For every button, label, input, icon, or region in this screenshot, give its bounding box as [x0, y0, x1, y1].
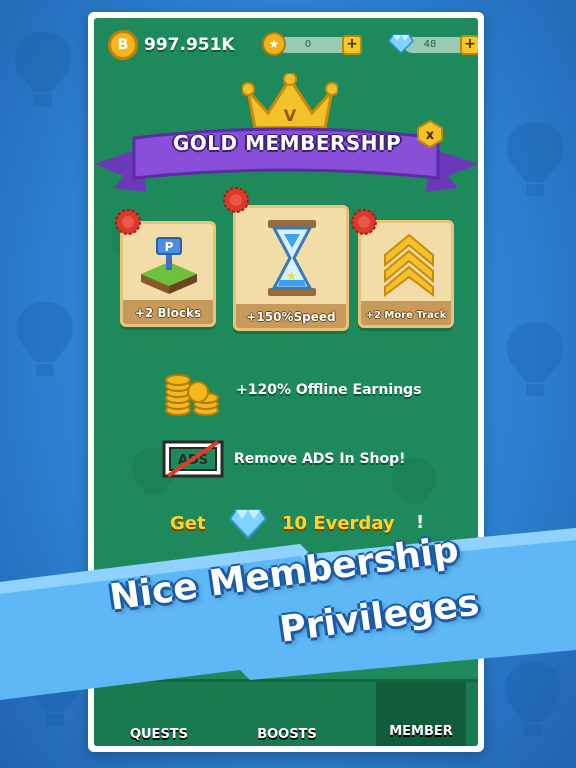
tab-quests[interactable]: QUESTS: [114, 727, 204, 742]
balloon-icon: [507, 322, 563, 396]
card-label: +2 Blocks: [134, 306, 202, 320]
chevron-up-icon: [384, 233, 434, 297]
card-label: +2 More Track: [365, 310, 447, 321]
balloon-icon: [17, 302, 73, 376]
remove-ads-perk: Remove ADS In Shop!: [234, 451, 406, 467]
block-icon: P: [141, 237, 197, 294]
tab-label: BOOSTS: [257, 727, 317, 742]
hourglass-icon: ★: [268, 220, 316, 296]
star-icon: ★: [262, 32, 286, 56]
stars-value: 0: [304, 39, 312, 50]
tab-label: QUESTS: [129, 727, 189, 742]
stars-counter: 0 +: [278, 35, 362, 55]
perk-card-track: +2 More Track: [358, 220, 454, 328]
membership-title: GOLD MEMBERSHIP: [172, 131, 402, 155]
close-icon[interactable]: x: [416, 120, 444, 148]
tab-boosts[interactable]: BOOSTS: [242, 727, 332, 742]
ribbon-seal-icon: [115, 209, 141, 235]
coin-icon: B: [108, 30, 138, 60]
diamond-icon: [388, 34, 414, 54]
no-ads-icon: ADS: [162, 440, 224, 478]
gems-counter: 48 +: [404, 35, 478, 55]
svg-text:★: ★: [286, 269, 297, 283]
tab-label: MEMBER: [389, 724, 453, 739]
balloon-icon: [15, 32, 71, 106]
svg-text:P: P: [165, 240, 174, 254]
svg-text:x: x: [426, 128, 435, 143]
balloon-icon: [507, 122, 563, 196]
perk-card-speed: ★ +150%Speed: [233, 205, 349, 331]
coin-stack-icon: [165, 374, 219, 416]
status-bar: B 997.951K 0 + ★ 48 +: [102, 28, 478, 62]
add-stars-button[interactable]: +: [342, 35, 362, 55]
add-gems-button[interactable]: +: [460, 35, 478, 55]
perk-card-blocks: P +2 Blocks: [120, 221, 216, 327]
ribbon-seal-icon: [223, 187, 249, 213]
card-label: +150%Speed: [246, 310, 336, 324]
ribbon-seal-icon: [351, 209, 377, 235]
offline-earnings-perk: +120% Offline Earnings: [236, 382, 422, 398]
coin-balance: 997.951K: [144, 35, 235, 55]
